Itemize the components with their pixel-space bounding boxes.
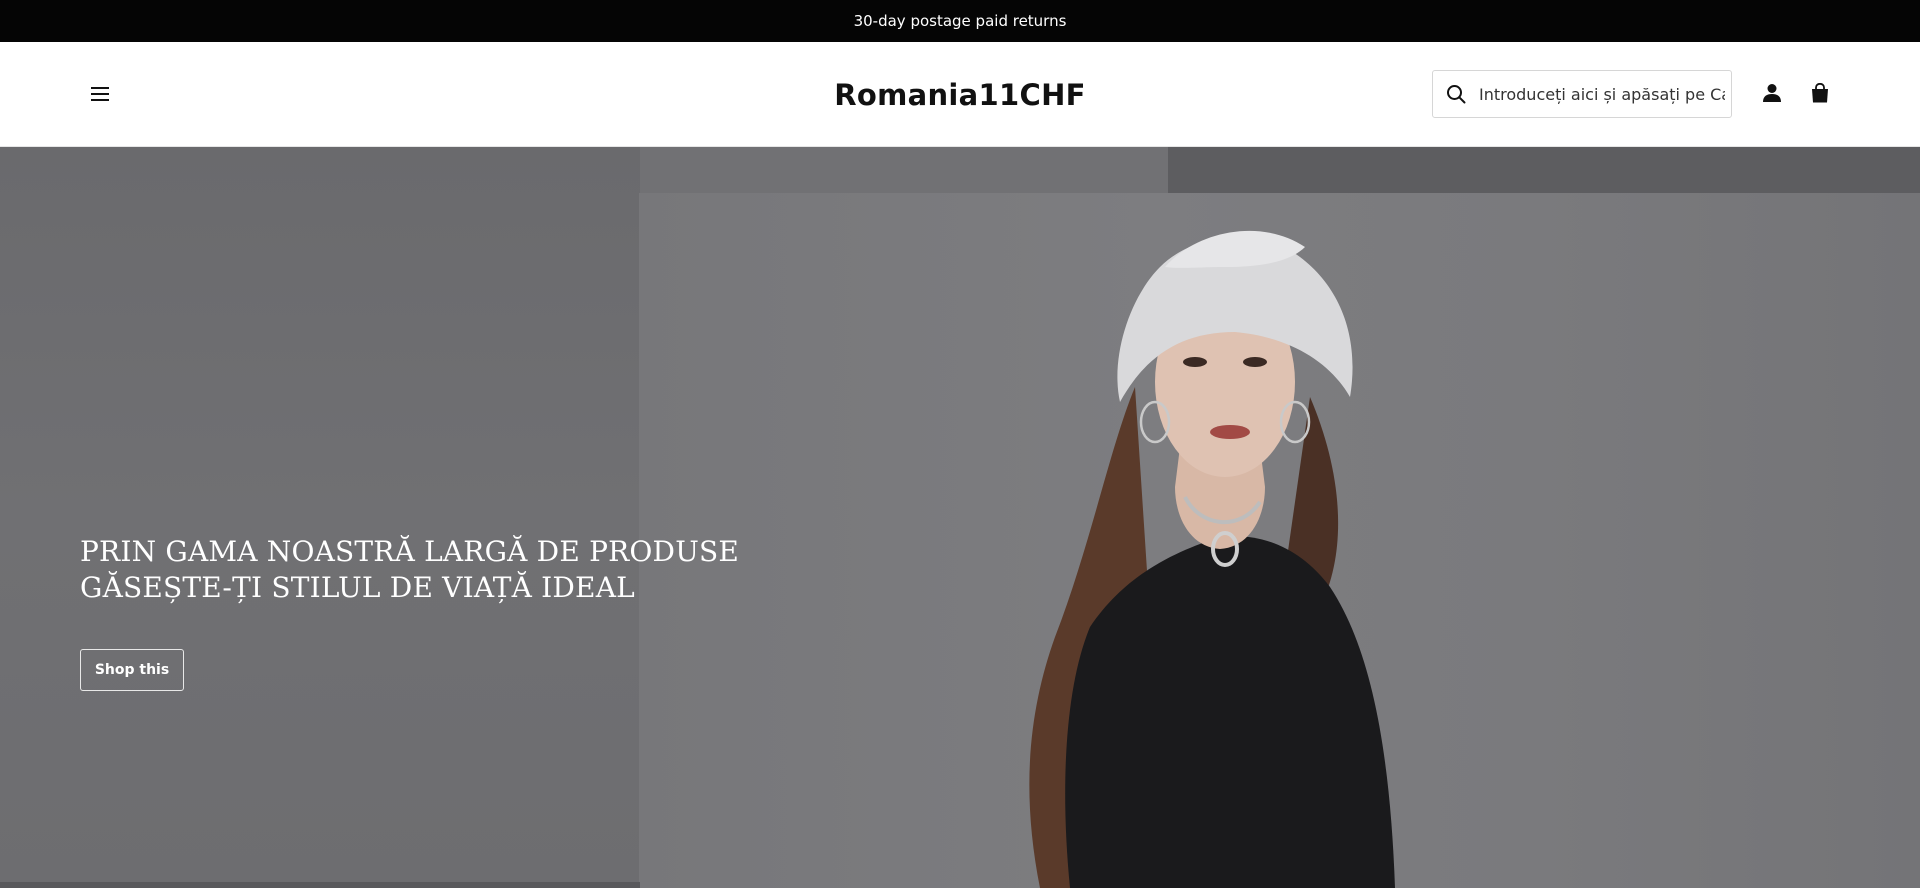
user-icon bbox=[1763, 84, 1781, 102]
hamburger-menu-icon bbox=[91, 87, 109, 101]
shopping-bag-icon bbox=[1812, 83, 1828, 103]
announcement-bar: 30-day postage paid returns bbox=[0, 0, 1920, 42]
menu-button[interactable] bbox=[86, 80, 114, 108]
hero-heading: PRIN GAMA NOASTRĂ LARGĂ DE PRODUSE GĂSEȘ… bbox=[80, 534, 740, 606]
search-icon bbox=[1447, 85, 1466, 104]
hero-banner: PRIN GAMA NOASTRĂ LARGĂ DE PRODUSE GĂSEȘ… bbox=[0, 147, 1920, 888]
cart-button[interactable] bbox=[1805, 78, 1835, 108]
hero-background-strip bbox=[0, 882, 640, 888]
hero-heading-line-1: PRIN GAMA NOASTRĂ LARGĂ DE PRODUSE bbox=[80, 535, 740, 568]
search-button[interactable] bbox=[1433, 71, 1479, 117]
hero-background-left bbox=[0, 147, 640, 888]
search-input[interactable] bbox=[1479, 72, 1729, 116]
site-header: Romania11CHF bbox=[0, 42, 1920, 147]
model-figure-image bbox=[1029, 230, 1395, 888]
shop-this-button[interactable]: Shop this bbox=[80, 649, 184, 691]
search-bar[interactable] bbox=[1432, 70, 1732, 118]
hero-heading-line-2: GĂSEȘTE-ȚI STILUL DE VIAȚĂ IDEAL bbox=[80, 571, 635, 604]
account-button[interactable] bbox=[1757, 78, 1787, 108]
announcement-text: 30-day postage paid returns bbox=[853, 12, 1067, 30]
